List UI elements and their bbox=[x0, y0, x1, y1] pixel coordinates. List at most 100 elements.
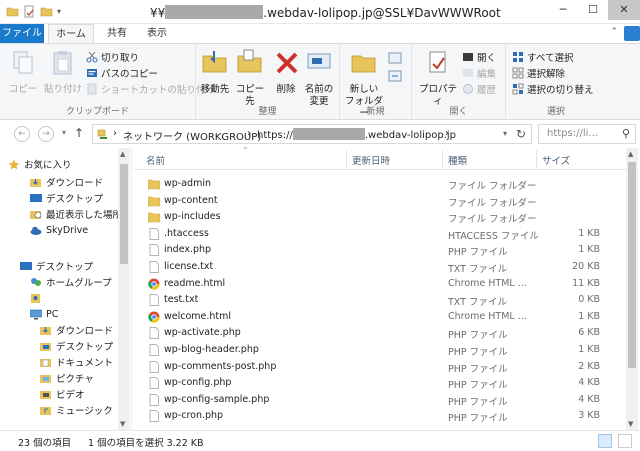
copy-path-button[interactable]: パスのコピー bbox=[86, 66, 158, 80]
maximize-button[interactable]: ☐ bbox=[578, 0, 608, 20]
column-divider[interactable] bbox=[442, 150, 443, 168]
nav-item-pictures[interactable]: ピクチャ bbox=[40, 370, 94, 386]
invert-selection-button[interactable]: 選択の切り替え bbox=[512, 82, 594, 96]
nav-item-recent[interactable]: 最近表示した場所 bbox=[30, 206, 122, 222]
nav-item-skydrive[interactable]: SkyDrive bbox=[30, 222, 88, 238]
file-row[interactable]: welcome.html Chrome HTML ... 1 KB bbox=[134, 309, 626, 325]
file-row[interactable]: wp-admin ファイル フォルダー bbox=[134, 176, 626, 192]
nav-item-homegroup[interactable]: ホームグループ bbox=[30, 274, 112, 290]
column-name[interactable]: 名前 bbox=[146, 153, 165, 167]
nav-item-favorites[interactable]: お気に入り bbox=[8, 156, 72, 172]
scrollbar-thumb[interactable] bbox=[120, 164, 128, 264]
file-list-scrollbar[interactable]: ▲ ▼ bbox=[626, 148, 638, 430]
file-row[interactable]: wp-includes ファイル フォルダー bbox=[134, 209, 626, 225]
copy-button[interactable]: コピー bbox=[6, 48, 40, 96]
history-button[interactable]: 履歴 bbox=[462, 82, 496, 96]
file-name: wp-activate.php bbox=[164, 327, 241, 339]
edit-button[interactable]: 編集 bbox=[462, 66, 496, 80]
open-group-label: 開く bbox=[449, 107, 468, 117]
column-size[interactable]: サイズ bbox=[542, 153, 570, 167]
tab-home[interactable]: ホーム bbox=[48, 24, 94, 43]
scrollbar-thumb[interactable] bbox=[628, 162, 636, 368]
column-type[interactable]: 種類 bbox=[448, 153, 467, 167]
file-row[interactable]: wp-config-sample.php PHP ファイル 4 KB bbox=[134, 392, 626, 408]
scroll-down-icon[interactable]: ▼ bbox=[120, 420, 125, 428]
rename-button[interactable]: 名前の 変更 bbox=[302, 48, 336, 108]
nav-item-pc[interactable]: PC bbox=[30, 306, 58, 322]
large-icons-view-button[interactable] bbox=[618, 434, 632, 448]
breadcrumb-network[interactable]: ネットワーク (WORKGROUP) bbox=[123, 128, 261, 143]
column-divider[interactable] bbox=[536, 150, 537, 168]
nav-item-desktop-root[interactable]: デスクトップ bbox=[20, 258, 93, 274]
file-icon bbox=[149, 227, 159, 240]
nav-item-documents[interactable]: ドキュメント bbox=[40, 354, 113, 370]
tab-view[interactable]: 表示 bbox=[140, 24, 174, 43]
customize-qat-icon[interactable]: ▾ bbox=[57, 7, 61, 16]
search-box[interactable]: https://li... ⚲ bbox=[538, 124, 636, 144]
new-item-icon[interactable] bbox=[388, 52, 404, 65]
nav-item-downloads[interactable]: ダウンロード bbox=[30, 174, 103, 190]
nav-item-pc-desktop[interactable]: デスクトップ bbox=[40, 338, 113, 354]
cut-button[interactable]: 切り取り bbox=[86, 50, 139, 64]
refresh-icon[interactable]: ↻ bbox=[516, 127, 526, 141]
properties-button[interactable]: プロパティ bbox=[418, 48, 458, 108]
open-button[interactable]: 開く bbox=[462, 50, 496, 64]
nav-item-videos[interactable]: ビデオ bbox=[40, 386, 85, 402]
up-button[interactable]: ↑ bbox=[74, 126, 84, 140]
copy-to-button[interactable]: コピー先 bbox=[232, 48, 268, 108]
folder-icon bbox=[6, 7, 19, 17]
ribbon-collapse-icon[interactable]: ⌃ bbox=[610, 27, 618, 37]
column-divider[interactable] bbox=[346, 150, 347, 168]
back-button[interactable]: ← bbox=[14, 126, 30, 142]
downloads-icon bbox=[30, 178, 41, 187]
scroll-down-icon[interactable]: ▼ bbox=[628, 420, 633, 428]
select-all-button[interactable]: すべて選択 bbox=[512, 50, 573, 64]
copy-icon bbox=[13, 51, 33, 74]
nav-item-desktop[interactable]: デスクトップ bbox=[30, 190, 103, 206]
delete-button[interactable]: 削除 bbox=[272, 48, 300, 96]
close-button[interactable]: ✕ bbox=[608, 0, 640, 20]
desktop-icon bbox=[30, 193, 42, 202]
select-none-button[interactable]: 選択解除 bbox=[512, 66, 565, 80]
file-row[interactable]: test.txt TXT ファイル 0 KB bbox=[134, 292, 626, 308]
address-bar[interactable]: › ネットワーク (WORKGROUP) › https://.webdav-l… bbox=[92, 124, 532, 144]
file-row[interactable]: wp-blog-header.php PHP ファイル 1 KB bbox=[134, 342, 626, 358]
file-row[interactable]: wp-content ファイル フォルダー bbox=[134, 193, 626, 209]
nav-item-user[interactable] bbox=[30, 290, 46, 306]
file-row[interactable]: wp-config.php PHP ファイル 4 KB bbox=[134, 375, 626, 391]
file-row[interactable]: .htaccess HTACCESS ファイル 1 KB bbox=[134, 226, 626, 242]
move-to-button[interactable]: 移動先 bbox=[198, 48, 232, 96]
scroll-up-icon[interactable]: ▲ bbox=[628, 150, 633, 158]
properties-icon[interactable] bbox=[23, 5, 36, 18]
paste-button[interactable]: 貼り付け bbox=[44, 48, 82, 96]
nav-item-pc-downloads[interactable]: ダウンロード bbox=[40, 322, 113, 338]
file-row[interactable]: wp-activate.php PHP ファイル 6 KB bbox=[134, 325, 626, 341]
file-row[interactable]: readme.html Chrome HTML ... 11 KB bbox=[134, 276, 626, 292]
new-folder-icon[interactable] bbox=[40, 5, 53, 18]
help-icon[interactable] bbox=[624, 26, 640, 41]
scroll-up-icon[interactable]: ▲ bbox=[120, 150, 125, 158]
recent-locations-icon[interactable]: ▾ bbox=[62, 128, 66, 137]
tab-file[interactable]: ファイル bbox=[0, 24, 44, 43]
details-view-button[interactable] bbox=[598, 434, 612, 448]
navigation-scrollbar[interactable]: ▲ ▼ bbox=[118, 148, 130, 430]
file-name: wp-content bbox=[164, 194, 218, 206]
tab-share[interactable]: 共有 bbox=[100, 24, 134, 43]
file-row[interactable]: wp-cron.php PHP ファイル 3 KB bbox=[134, 408, 626, 424]
nav-item-music[interactable]: ミュージック bbox=[40, 402, 113, 418]
column-modified[interactable]: 更新日時 bbox=[352, 153, 390, 167]
minimize-button[interactable]: ─ bbox=[548, 0, 578, 20]
file-type: ファイル フォルダー bbox=[448, 181, 537, 192]
file-icon bbox=[149, 410, 159, 423]
address-history-icon[interactable]: ▾ bbox=[503, 129, 507, 138]
forward-button[interactable]: → bbox=[38, 126, 54, 142]
file-row[interactable]: license.txt TXT ファイル 20 KB bbox=[134, 259, 626, 275]
search-icon[interactable]: ⚲ bbox=[622, 127, 630, 140]
file-size: 1 KB bbox=[578, 344, 600, 355]
easy-access-icon[interactable] bbox=[388, 70, 404, 83]
file-row[interactable]: index.php PHP ファイル 1 KB bbox=[134, 242, 626, 258]
network-icon bbox=[97, 129, 107, 139]
breadcrumb-url[interactable]: https://.webdav-lolipop.jp bbox=[257, 128, 456, 141]
file-row[interactable]: wp-comments-post.php PHP ファイル 2 KB bbox=[134, 359, 626, 375]
open-icon bbox=[463, 53, 473, 61]
